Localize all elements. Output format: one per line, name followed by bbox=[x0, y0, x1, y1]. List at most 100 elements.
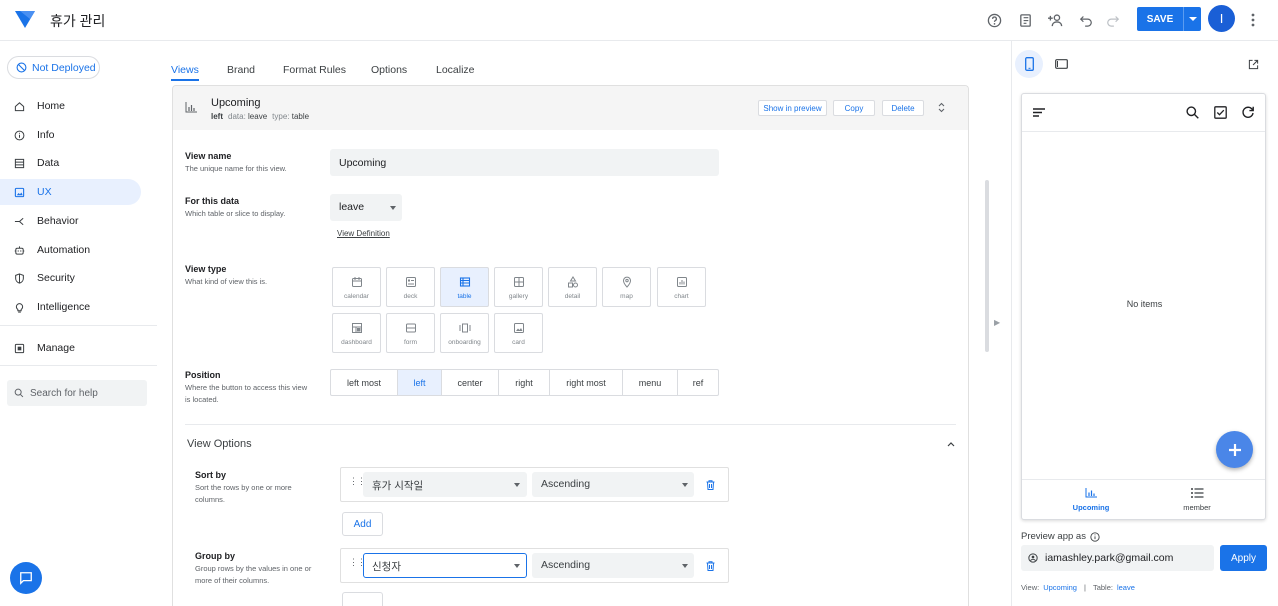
for-this-data-select[interactable]: leave bbox=[330, 194, 402, 221]
sort-menu-icon[interactable] bbox=[1033, 108, 1046, 117]
search-icon[interactable] bbox=[1186, 106, 1199, 119]
deploy-status-chip[interactable]: Not Deployed bbox=[7, 56, 100, 79]
sort-column-select[interactable]: 휴가 시작일 bbox=[363, 472, 527, 497]
footer-view-label: View: bbox=[1021, 583, 1040, 592]
user-avatar[interactable]: I bbox=[1208, 5, 1235, 32]
view-title: Upcoming bbox=[211, 97, 261, 109]
sort-by-desc: Sort the rows by one or more columns. bbox=[195, 483, 292, 504]
shield-icon bbox=[15, 272, 24, 284]
tab-brand[interactable]: Brand bbox=[227, 64, 255, 76]
view-type-gallery[interactable]: gallery bbox=[494, 267, 543, 307]
sidebar-item-intelligence[interactable]: Intelligence bbox=[0, 294, 141, 320]
view-type-detail[interactable]: detail bbox=[548, 267, 597, 307]
preview-nav-member[interactable]: member bbox=[1167, 488, 1227, 512]
sidebar-item-home[interactable]: Home bbox=[0, 93, 141, 119]
group-column-select[interactable]: 신청자 bbox=[363, 553, 527, 578]
appsheet-logo[interactable] bbox=[14, 9, 36, 29]
info-icon[interactable] bbox=[1090, 531, 1100, 542]
position-menu[interactable]: menu bbox=[623, 370, 678, 395]
sidebar-item-automation[interactable]: Automation bbox=[0, 237, 141, 263]
preview-email-value: iamashley.park@gmail.com bbox=[1045, 552, 1174, 564]
apply-button[interactable]: Apply bbox=[1220, 545, 1267, 571]
sidebar-item-label: UX bbox=[37, 186, 52, 198]
collapse-expand-icon[interactable] bbox=[938, 102, 945, 113]
help-search-input[interactable]: Search for help bbox=[7, 380, 147, 406]
view-type-table[interactable]: table bbox=[440, 267, 489, 307]
view-options-title[interactable]: View Options bbox=[187, 438, 252, 450]
add-sort-button[interactable]: Add bbox=[342, 512, 383, 536]
position-right[interactable]: right bbox=[499, 370, 550, 395]
save-button[interactable]: SAVE bbox=[1137, 7, 1183, 31]
copy-button[interactable]: Copy bbox=[833, 100, 875, 116]
dropdown-caret-icon bbox=[390, 206, 396, 210]
footer-view-value[interactable]: Upcoming bbox=[1043, 583, 1077, 592]
view-type-label-text: card bbox=[512, 339, 525, 346]
tablet-preview-button[interactable] bbox=[1047, 50, 1075, 78]
select-checkbox-icon[interactable] bbox=[1214, 106, 1227, 119]
chevron-up-icon[interactable] bbox=[947, 441, 955, 447]
view-type-calendar[interactable]: calendar bbox=[332, 267, 381, 307]
trash-icon[interactable] bbox=[706, 561, 715, 571]
app-title: 휴가 관리 bbox=[50, 13, 106, 29]
show-in-preview-button[interactable]: Show in preview bbox=[758, 100, 827, 116]
preview-email-input[interactable]: iamashley.park@gmail.com bbox=[1021, 545, 1214, 571]
view-type-form[interactable]: form bbox=[386, 313, 435, 353]
view-type-onboarding[interactable]: onboarding bbox=[440, 313, 489, 353]
delete-button[interactable]: Delete bbox=[882, 100, 924, 116]
sidebar-item-security[interactable]: Security bbox=[0, 265, 141, 291]
position-left[interactable]: left bbox=[398, 370, 442, 395]
chevron-down-icon bbox=[1188, 17, 1197, 21]
tab-views[interactable]: Views bbox=[171, 64, 199, 76]
sidebar-item-label: Automation bbox=[37, 244, 91, 256]
save-options-dropdown[interactable] bbox=[1183, 7, 1201, 31]
redo-icon[interactable] bbox=[1103, 10, 1123, 30]
preview-nav-upcoming[interactable]: Upcoming bbox=[1061, 488, 1121, 512]
add-record-fab[interactable] bbox=[1216, 431, 1253, 468]
view-type-deck[interactable]: deck bbox=[386, 267, 435, 307]
view-header[interactable]: Upcoming left data: leave type: table Sh… bbox=[173, 86, 968, 130]
group-order-value: Ascending bbox=[541, 559, 591, 571]
sidebar-item-info[interactable]: Info bbox=[0, 122, 141, 148]
collapse-preview-icon[interactable]: ▶ bbox=[994, 318, 1000, 327]
tab-format-rules[interactable]: Format Rules bbox=[283, 64, 346, 76]
trash-icon[interactable] bbox=[706, 480, 715, 490]
sort-order-select[interactable]: Ascending bbox=[532, 472, 694, 497]
view-type-chart[interactable]: chart bbox=[657, 267, 706, 307]
sidebar-item-ux[interactable]: UX bbox=[0, 179, 141, 205]
refresh-icon[interactable] bbox=[1241, 105, 1255, 119]
view-type-card[interactable]: card bbox=[494, 313, 543, 353]
chat-button[interactable] bbox=[10, 562, 42, 594]
view-definition-link[interactable]: View Definition bbox=[337, 229, 390, 238]
info-icon bbox=[14, 130, 25, 140]
preview-nav-label: Upcoming bbox=[1072, 503, 1110, 512]
footer-table-value[interactable]: leave bbox=[1117, 583, 1135, 592]
docs-icon[interactable] bbox=[1015, 10, 1035, 30]
position-left-most[interactable]: left most bbox=[331, 370, 398, 395]
chat-icon bbox=[20, 572, 32, 585]
position-ref[interactable]: ref bbox=[678, 370, 718, 395]
mobile-preview-button[interactable] bbox=[1015, 50, 1043, 78]
tab-localize[interactable]: Localize bbox=[436, 64, 475, 76]
add-group-button[interactable] bbox=[342, 592, 383, 606]
view-type-key: type: bbox=[272, 112, 290, 121]
position-right-most[interactable]: right most bbox=[550, 370, 623, 395]
sidebar-item-data[interactable]: Data bbox=[0, 150, 141, 176]
preview-footer: View: Upcoming | Table: leave bbox=[1021, 583, 1135, 592]
group-order-select[interactable]: Ascending bbox=[532, 553, 694, 578]
position-center[interactable]: center bbox=[442, 370, 499, 395]
view-name-input[interactable]: Upcoming bbox=[330, 149, 719, 176]
more-vert-icon[interactable] bbox=[1243, 10, 1263, 30]
tab-options[interactable]: Options bbox=[371, 64, 407, 76]
add-person-icon[interactable] bbox=[1046, 10, 1066, 30]
help-icon[interactable] bbox=[984, 10, 1004, 30]
sidebar-item-label: Intelligence bbox=[37, 301, 91, 313]
preview-app-bar bbox=[1022, 94, 1265, 132]
sidebar-item-behavior[interactable]: Behavior bbox=[0, 208, 141, 234]
view-type-map[interactable]: map bbox=[602, 267, 651, 307]
editor-scrollbar[interactable] bbox=[985, 180, 989, 352]
open-in-new-button[interactable] bbox=[1239, 50, 1267, 78]
view-type-dashboard[interactable]: dashboard bbox=[332, 313, 381, 353]
plus-icon bbox=[1228, 443, 1241, 456]
sidebar-item-manage[interactable]: Manage bbox=[0, 335, 141, 361]
undo-icon[interactable] bbox=[1076, 10, 1096, 30]
